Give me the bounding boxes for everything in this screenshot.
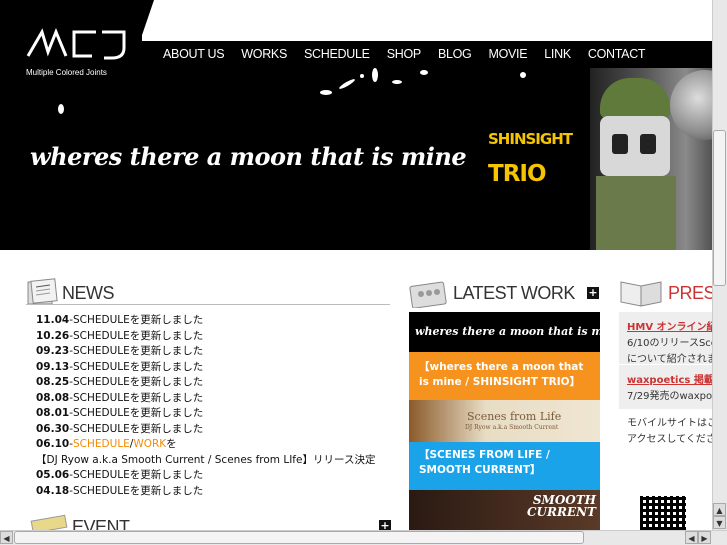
work-banner-moon[interactable]: wheres there a moon that is mine <box>409 312 600 352</box>
qr-code-icon[interactable] <box>640 496 686 530</box>
latest-work-list: wheres there a moon that is mine 【wheres… <box>409 312 600 530</box>
news-item[interactable]: 11.04-SCHEDULEを更新しました <box>36 313 375 329</box>
scroll-up-arrow-icon[interactable]: ▲ <box>713 503 726 516</box>
news-item: 06.10-SCHEDULE/WORKを <box>36 438 177 450</box>
news-divider <box>26 304 390 305</box>
coat-illustration <box>596 176 676 250</box>
sampler-icon <box>409 281 447 308</box>
paint-splat <box>372 68 378 82</box>
ticket-icon <box>30 514 68 530</box>
shinsight-trio-logo: SHINSIGHT TRIO <box>488 130 573 187</box>
hero-title: wheres there a moon that is mine <box>30 142 467 171</box>
header-white-band <box>142 0 727 41</box>
nav-link[interactable]: LINK <box>544 47 571 61</box>
news-list: 11.04-SCHEDULEを更新しました 10.26-SCHEDULEを更新し… <box>36 313 375 499</box>
vertical-scroll-thumb[interactable] <box>713 130 726 286</box>
work-banner-scenes[interactable]: Scenes from Life DJ Ryow a.k.a Smooth Cu… <box>409 400 600 442</box>
press-item: HMV オンライン紹介 6/10のリリースScenes f について紹介されまし… <box>619 312 727 365</box>
work-item-moon[interactable]: 【wheres there a moon that is mine / SHIN… <box>409 352 600 400</box>
work-banner-smooth-current[interactable]: SMOOTH CURRENT <box>409 490 600 530</box>
paint-splat <box>520 72 526 78</box>
paint-splat <box>338 77 356 91</box>
horizontal-scroll-thumb[interactable] <box>14 531 584 544</box>
paint-splat <box>360 74 364 78</box>
nav-movie[interactable]: MOVIE <box>488 47 527 61</box>
paint-splat <box>58 104 64 114</box>
main-nav: ABOUT US WORKS SCHEDULE SHOP BLOG MOVIE … <box>163 47 662 61</box>
header-slant <box>140 0 154 41</box>
content-area: NEWS 11.04-SCHEDULEを更新しました 10.26-SCHEDUL… <box>0 250 727 537</box>
paint-splat <box>392 80 402 84</box>
latest-work-heading: LATEST WORK <box>453 283 575 303</box>
press-list: HMV オンライン紹介 6/10のリリースScenes f について紹介されまし… <box>619 312 727 454</box>
mask-illustration <box>600 116 670 176</box>
press-item: waxpoetics 掲載 7/29発売のwaxpoet <box>619 365 727 410</box>
magazine-icon <box>620 281 662 307</box>
nav-shop[interactable]: SHOP <box>387 47 422 61</box>
hero-banner[interactable]: Multiple Colored Joints wheres there a m… <box>0 68 727 250</box>
newspaper-icon <box>27 278 58 305</box>
news-item[interactable]: 05.06-SCHEDULEを更新しました <box>36 468 375 484</box>
nav-works[interactable]: WORKS <box>241 47 287 61</box>
mcj-logo-icon[interactable] <box>26 26 130 66</box>
news-item[interactable]: 04.18-SCHEDULEを更新しました <box>36 484 375 500</box>
nav-schedule[interactable]: SCHEDULE <box>304 47 370 61</box>
press-link-hmv[interactable]: HMV オンライン紹介 <box>627 320 727 336</box>
scroll-left-arrow-icon[interactable]: ◀ <box>0 531 13 544</box>
scroll-down-arrow-icon[interactable]: ▼ <box>713 516 726 529</box>
nav-contact[interactable]: CONTACT <box>588 47 646 61</box>
news-item[interactable]: 09.23-SCHEDULEを更新しました <box>36 344 375 360</box>
work-item-scenes[interactable]: 【SCENES FROM LIFE / SMOOTH CURRENT】 <box>409 442 600 490</box>
latest-work-more-icon[interactable]: + <box>587 287 599 299</box>
news-item[interactable]: 06.30-SCHEDULEを更新しました <box>36 422 375 438</box>
paint-splat <box>320 90 332 95</box>
news-item[interactable]: 08.08-SCHEDULEを更新しました <box>36 391 375 407</box>
news-item[interactable]: 08.01-SCHEDULEを更新しました <box>36 406 375 422</box>
news-item[interactable]: 08.25-SCHEDULEを更新しました <box>36 375 375 391</box>
scroll-right-arrow-icon[interactable]: ▶ <box>698 531 711 544</box>
news-item: 【DJ Ryow a.k.a Smooth Current / Scenes f… <box>36 453 376 466</box>
news-item[interactable]: 09.13-SCHEDULEを更新しました <box>36 360 375 376</box>
nav-about-us[interactable]: ABOUT US <box>163 47 225 61</box>
header: ABOUT US WORKS SCHEDULE SHOP BLOG MOVIE … <box>0 0 727 68</box>
nav-blog[interactable]: BLOG <box>438 47 472 61</box>
schedule-link[interactable]: SCHEDULE <box>73 438 130 450</box>
work-link[interactable]: WORK <box>133 438 166 450</box>
news-heading: NEWS <box>62 283 115 303</box>
press-link-waxpoetics[interactable]: waxpoetics 掲載 <box>627 373 719 389</box>
mobile-site-note: モバイルサイトはこちらから アクセスしてください <box>627 418 727 445</box>
logo-subtitle: Multiple Colored Joints <box>26 68 107 77</box>
press-heading: PRES <box>668 283 716 303</box>
news-item[interactable]: 10.26-SCHEDULEを更新しました <box>36 329 375 345</box>
scroll-left-arrow-icon-2[interactable]: ◀ <box>685 531 698 544</box>
paint-splat <box>420 70 428 75</box>
